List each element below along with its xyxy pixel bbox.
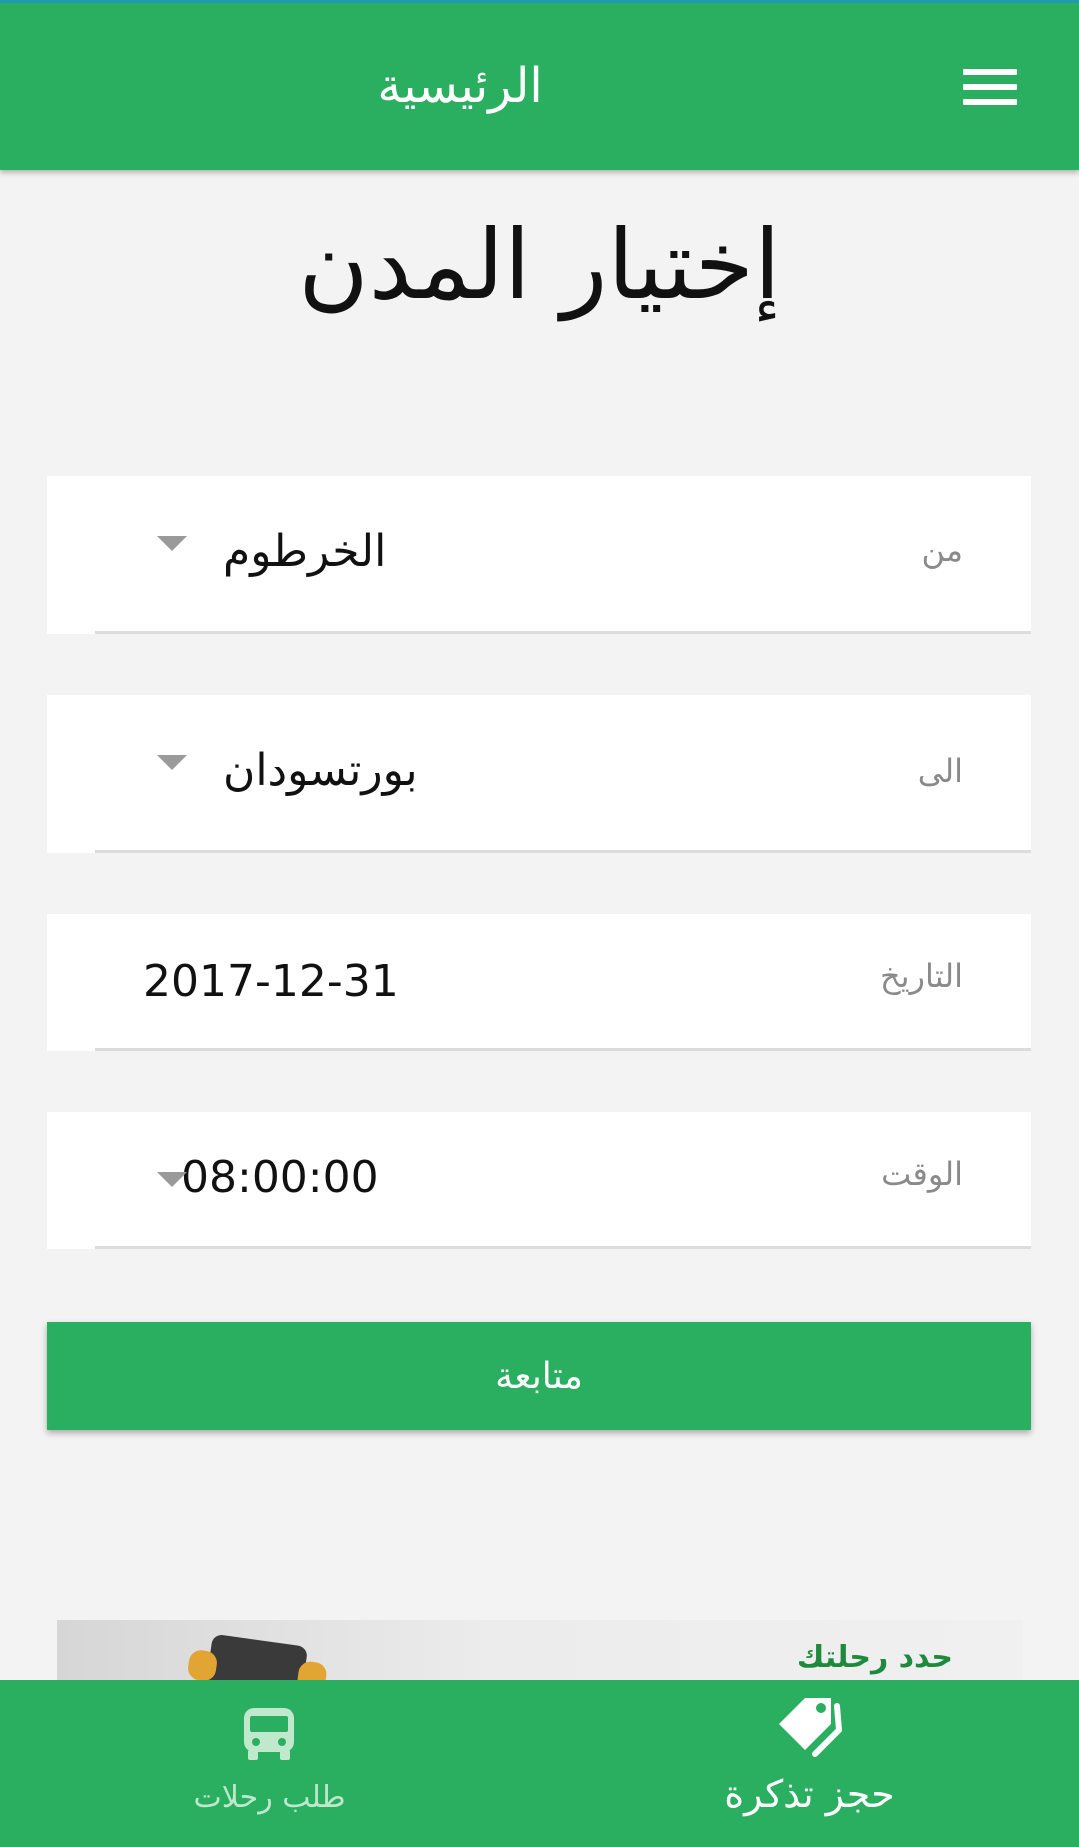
divider bbox=[95, 1048, 1031, 1051]
nav-item-book-ticket[interactable]: حجز تذكرة bbox=[540, 1680, 1079, 1847]
from-value: الخرطوم bbox=[223, 526, 387, 577]
chevron-down-icon bbox=[157, 536, 187, 551]
to-label: الى bbox=[917, 752, 963, 790]
from-city-select[interactable]: من الخرطوم bbox=[47, 476, 1031, 634]
bus-icon bbox=[242, 1706, 296, 1766]
continue-button[interactable]: متابعة bbox=[47, 1322, 1031, 1430]
page-title: إختيار المدن bbox=[298, 209, 781, 321]
date-label: التاريخ bbox=[879, 957, 963, 995]
date-value: 2017-12-31 bbox=[143, 956, 399, 1007]
nav-item-trip-request[interactable]: طلب رحلات bbox=[0, 1680, 539, 1847]
app-bar-title: الرئيسية bbox=[377, 58, 543, 114]
nav-label-book-ticket: حجز تذكرة bbox=[724, 1772, 895, 1816]
time-value: 08:00:00 bbox=[181, 1152, 379, 1203]
promo-banner[interactable]: حدد رحلتك bbox=[57, 1620, 1023, 1680]
date-field[interactable]: التاريخ 2017-12-31 bbox=[47, 914, 1031, 1051]
phone-illustration-icon bbox=[201, 1633, 309, 1680]
time-select[interactable]: الوقت 08:00:00 bbox=[47, 1112, 1031, 1249]
app-bar: الرئيسية bbox=[0, 0, 1079, 170]
ticket-tag-icon bbox=[775, 1694, 845, 1762]
divider bbox=[95, 850, 1031, 853]
chevron-down-icon bbox=[157, 755, 187, 770]
divider bbox=[95, 1246, 1031, 1249]
screen: الرئيسية إختيار المدن من الخرطوم الى بور… bbox=[0, 0, 1079, 1847]
nav-label-trip-request: طلب رحلات bbox=[193, 1780, 346, 1815]
to-value: بورتسودان bbox=[223, 745, 418, 796]
hamburger-menu-icon[interactable] bbox=[963, 65, 1019, 111]
banner-text: حدد رحلتك bbox=[796, 1640, 953, 1675]
to-city-select[interactable]: الى بورتسودان bbox=[47, 695, 1031, 853]
bottom-navigation: طلب رحلات حجز تذكرة bbox=[0, 1680, 1079, 1847]
from-label: من bbox=[921, 531, 964, 569]
chevron-down-icon bbox=[157, 1172, 187, 1187]
divider bbox=[95, 631, 1031, 634]
time-label: الوقت bbox=[881, 1155, 963, 1193]
